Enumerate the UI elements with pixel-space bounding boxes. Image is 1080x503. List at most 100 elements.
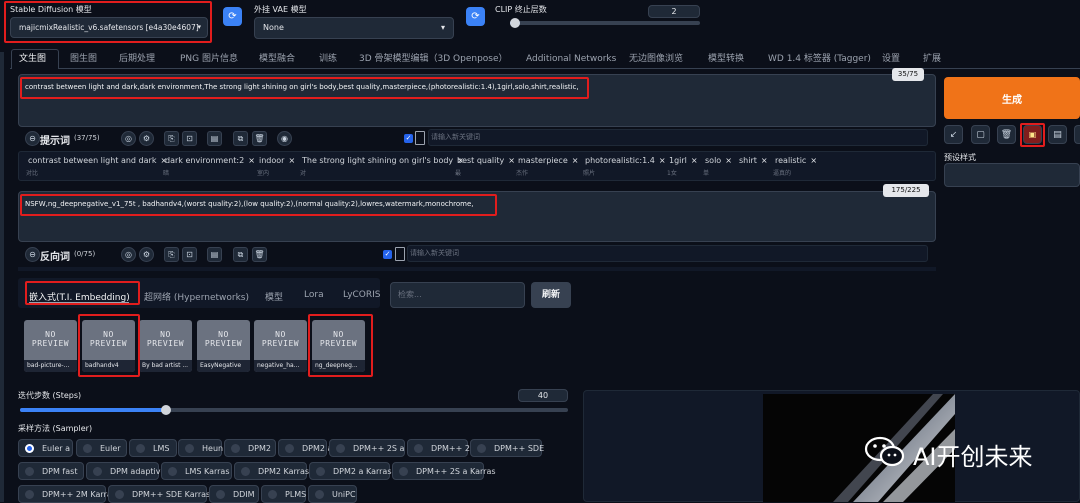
tab-img2img[interactable]: 图生图 (70, 50, 97, 68)
generate-button[interactable]: 生成 (944, 77, 1080, 119)
embedding-card[interactable]: NO PREVIEW negative_ha... (254, 320, 307, 372)
tab-extensions[interactable]: 扩展 (923, 50, 941, 68)
close-icon: × (248, 156, 255, 165)
style-icon[interactable]: ▣ (1023, 125, 1042, 144)
prompt-tag[interactable]: photorealistic:1.4 × (585, 153, 666, 169)
embedding-card[interactable]: NO PREVIEW EasyNegative (197, 320, 250, 372)
gear-icon[interactable]: ⚙ (139, 247, 154, 262)
close-icon: × (288, 156, 296, 165)
sampler-option[interactable]: LMS Karras (161, 462, 232, 480)
steps-slider-thumb[interactable] (161, 405, 171, 415)
sampler-option[interactable]: DPM2 (224, 439, 276, 457)
radio-dot (93, 466, 102, 476)
tab-extras[interactable]: 后期处理 (119, 50, 155, 68)
tab-infinite-browser[interactable]: 无边图像浏览 (629, 50, 683, 68)
trash-icon[interactable]: 🗑 (252, 247, 267, 262)
keyword-checkbox[interactable]: ✓ (383, 250, 392, 259)
clip-value-input[interactable]: 2 (648, 5, 700, 18)
prompt-tag[interactable]: solo × (705, 153, 732, 169)
sampler-option[interactable]: PLMS (261, 485, 306, 503)
sampler-option[interactable]: Euler (76, 439, 127, 457)
sampler-option[interactable]: Heun (178, 439, 223, 457)
sampler-option[interactable]: DPM++ 2M (407, 439, 477, 457)
tab-additional-networks[interactable]: Additional Networks (526, 50, 616, 68)
save-style-icon[interactable]: ▤ (1048, 125, 1067, 144)
bookmark-icon[interactable]: ⊡ (182, 247, 197, 262)
steps-value-input[interactable]: 40 (518, 389, 568, 402)
paste-icon[interactable]: ▤ (207, 131, 222, 146)
model-select[interactable]: majicmixRealistic_v6.safetensors [e4a30e… (10, 17, 208, 38)
embedding-name: By bad artist ... (139, 360, 192, 372)
tab-png-info[interactable]: PNG 图片信息 (180, 50, 238, 68)
sampler-option[interactable]: Euler a (18, 439, 73, 457)
sampler-option[interactable]: DDIM (209, 485, 259, 503)
close-icon: × (658, 156, 666, 165)
sampler-option[interactable]: DPM++ 2M Karras (18, 485, 116, 503)
prompt-tag[interactable]: shirt × (739, 153, 768, 169)
prompt-tag[interactable]: dark environment:2 × (165, 153, 255, 169)
sampler-option[interactable]: DPM fast (18, 462, 84, 480)
network-search-input[interactable]: 检索... (390, 282, 525, 308)
tab-openpose[interactable]: 3D 骨架模型编辑（3D Openpose） (359, 50, 508, 68)
collapse-icon[interactable]: ⊖ (25, 131, 40, 146)
negative-keyword-input[interactable]: 请输入新关键词 (407, 245, 928, 262)
prompt-keyword-input[interactable]: 请输入新关键词 (428, 129, 928, 146)
more-icon[interactable] (1074, 125, 1080, 144)
globe-icon[interactable]: ◎ (121, 247, 136, 262)
tab-lycoris[interactable]: LyCORIS (343, 290, 381, 300)
clip-slider[interactable] (510, 18, 700, 28)
history-icon[interactable]: ◉ (277, 131, 292, 146)
copy-icon[interactable]: ⎘ (164, 247, 179, 262)
refresh-model-button[interactable]: ⟳ (223, 7, 242, 26)
preset-select[interactable] (944, 163, 1080, 187)
sampler-option[interactable]: DPM2 Karras (234, 462, 309, 480)
prompt-tag-translation: 最 (455, 170, 462, 177)
sampler-option[interactable]: DPM++ 2S a Karras (392, 462, 496, 480)
tab-hypernetworks[interactable]: 超网络 (Hypernetworks) (144, 290, 249, 303)
steps-slider[interactable] (20, 405, 568, 415)
clipboard-icon[interactable]: ⧉ (233, 247, 248, 262)
sampler-option[interactable]: DPM++ 2S a (329, 439, 405, 457)
globe-icon[interactable]: ◎ (121, 131, 136, 146)
tab-checkpoints[interactable]: 模型 (265, 290, 283, 303)
tab-merge[interactable]: 模型融合 (259, 50, 295, 68)
paste-icon[interactable]: ▤ (207, 247, 222, 262)
tab-lora[interactable]: Lora (304, 290, 324, 300)
clipboard-icon[interactable]: ⧉ (233, 131, 248, 146)
sampler-option[interactable]: DPM2 a (278, 439, 332, 457)
prompt-tag[interactable]: 1girl × (669, 153, 698, 169)
bookmark-icon[interactable]: ⊡ (182, 131, 197, 146)
refresh-vae-button[interactable]: ⟳ (466, 7, 485, 26)
keyword-checkbox[interactable]: ✓ (404, 134, 413, 143)
gear-icon[interactable]: ⚙ (139, 131, 154, 146)
tab-txt2img[interactable]: 文生图 (19, 50, 46, 68)
collapse-icon[interactable]: ⊖ (25, 247, 40, 262)
prompt-tag[interactable]: The strong light shining on girl's body × (302, 153, 464, 169)
embedding-card[interactable]: NO PREVIEW By bad artist ... (139, 320, 192, 372)
trash-icon[interactable]: 🗑 (997, 125, 1016, 144)
prompt-tag[interactable]: best quality × (457, 153, 515, 169)
sampler-option[interactable]: DPM2 a Karras (309, 462, 391, 480)
prompt-tag[interactable]: contrast between light and dark × (28, 153, 167, 169)
clipboard-icon[interactable]: ▢ (971, 125, 990, 144)
embedding-card[interactable]: NO PREVIEW bad-picture-... (24, 320, 77, 372)
prompt-tag[interactable]: realistic × (775, 153, 817, 169)
refresh-networks-button[interactable]: 刷新 (531, 282, 571, 308)
trash-icon[interactable]: 🗑 (252, 131, 267, 146)
copy-icon[interactable]: ⎘ (164, 131, 179, 146)
radio-dot (399, 466, 408, 476)
clip-slider-thumb[interactable] (510, 18, 520, 28)
sampler-option[interactable]: DPM++ SDE (470, 439, 544, 457)
sampler-option[interactable]: DPM adaptive (86, 462, 165, 480)
tab-model-convert[interactable]: 模型转换 (708, 50, 744, 68)
arrow-icon[interactable]: ↙ (944, 125, 963, 144)
prompt-tag[interactable]: indoor × (259, 153, 295, 169)
sampler-option[interactable]: DPM++ SDE Karras (108, 485, 210, 503)
sampler-option[interactable]: LMS (129, 439, 177, 457)
vae-select[interactable]: None ▾ (254, 17, 454, 39)
tab-tagger[interactable]: WD 1.4 标签器 (Tagger) (768, 50, 871, 68)
tab-train[interactable]: 训练 (319, 50, 337, 68)
tab-settings[interactable]: 设置 (882, 50, 900, 68)
sampler-option[interactable]: UniPC (308, 485, 357, 503)
prompt-tag[interactable]: masterpiece × (518, 153, 578, 169)
